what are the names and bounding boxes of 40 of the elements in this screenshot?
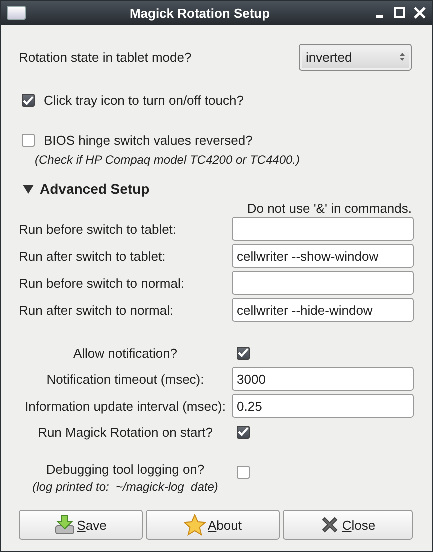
advanced-expander[interactable]: Advanced Setup <box>19 181 412 197</box>
command-label: Run after switch to normal: <box>19 302 175 318</box>
command-field[interactable] <box>232 271 414 295</box>
rotation-label: Rotation state in tablet mode? <box>19 50 192 64</box>
about-button[interactable]: About <box>146 510 280 540</box>
setting-label: Information update interval (msec): <box>24 398 227 414</box>
checkbox-label[interactable]: BIOS hinge switch values reversed? <box>44 133 253 148</box>
checkbox[interactable] <box>237 426 250 438</box>
command-label: Run after switch to tablet: <box>19 248 167 264</box>
command-field[interactable]: cellwriter --hide-window <box>232 298 414 322</box>
command-field[interactable]: cellwriter --show-window <box>232 244 414 268</box>
hint-text: (log printed to: ~/magick-log_date) <box>32 480 218 494</box>
hint-text: Do not use '&' in commands. <box>247 201 412 217</box>
setting-label: Debugging tool logging on? <box>46 462 205 477</box>
command-label: Run before switch to normal: <box>19 276 186 290</box>
save-button[interactable]: Save <box>19 510 143 540</box>
checkbox-label[interactable]: Click tray icon to turn on/off touch? <box>44 93 244 108</box>
checkbox[interactable] <box>237 466 250 479</box>
down-triangle-icon <box>23 184 34 194</box>
window-title: Magick Rotation Setup <box>128 6 272 20</box>
checkbox[interactable] <box>22 94 35 107</box>
updown-arrows-icon <box>400 53 405 61</box>
command-label: Run before switch to tablet: <box>19 222 178 236</box>
setting-label: Notification timeout (msec): <box>46 372 206 386</box>
close-button[interactable]: Close <box>283 510 413 540</box>
hint-text: (Check if HP Compaq model TC4200 or TC4400.) <box>35 153 300 167</box>
close-icon[interactable] <box>414 7 426 19</box>
checkbox[interactable] <box>22 134 35 147</box>
window-icon <box>7 6 26 20</box>
rotation-dropdown[interactable]: inverted <box>299 44 412 70</box>
star-icon <box>184 514 206 536</box>
setting-field[interactable]: 3000 <box>232 367 414 391</box>
maximize-icon[interactable] <box>394 7 406 19</box>
checkbox[interactable] <box>237 346 250 360</box>
setting-label: Allow notification? <box>73 346 178 360</box>
setting-field[interactable]: 0.25 <box>232 394 414 418</box>
close-icon <box>320 515 340 535</box>
command-field[interactable] <box>232 217 414 241</box>
drive-download-icon <box>55 515 76 535</box>
setting-label: Run Magick Rotation on start? <box>38 424 213 440</box>
